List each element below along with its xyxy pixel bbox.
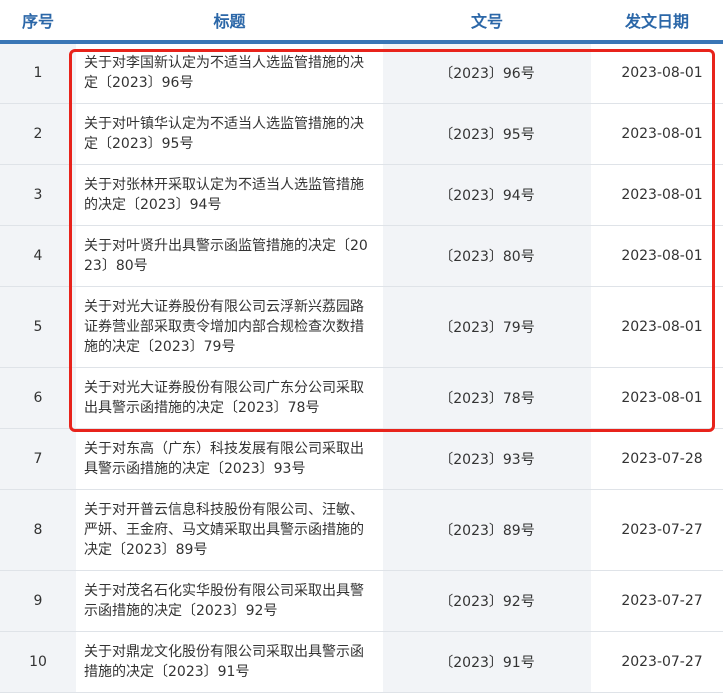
row-title-link[interactable]: 关于对鼎龙文化股份有限公司采取出具警示函措施的决定〔2023〕91号 (84, 642, 369, 682)
row-title-cell[interactable]: 关于对叶贤升出具警示函监管措施的决定〔2023〕80号 (76, 225, 383, 287)
row-date: 2023-08-01 (591, 286, 723, 368)
row-no: 8 (0, 489, 76, 571)
row-doc-no: 〔2023〕80号 (383, 225, 591, 287)
table-row: 6 关于对光大证券股份有限公司广东分公司采取出具警示函措施的决定〔2023〕78… (0, 367, 723, 429)
row-title-link[interactable]: 关于对李国新认定为不适当人选监管措施的决定〔2023〕96号 (84, 53, 369, 93)
row-no: 1 (0, 42, 76, 104)
table-row: 2 关于对叶镇华认定为不适当人选监管措施的决定〔2023〕95号 〔2023〕9… (0, 103, 723, 165)
table-row: 3 关于对张林开采取认定为不适当人选监管措施的决定〔2023〕94号 〔2023… (0, 164, 723, 226)
row-doc-no: 〔2023〕95号 (383, 103, 591, 165)
row-no: 9 (0, 570, 76, 632)
header-no: 序号 (0, 0, 76, 44)
row-title-cell[interactable]: 关于对光大证券股份有限公司云浮新兴荔园路证券营业部采取责令增加内部合规检查次数措… (76, 286, 383, 368)
table-row: 8 关于对开普云信息科技股份有限公司、汪敏、严妍、王金府、马文婧采取出具警示函措… (0, 489, 723, 571)
row-title-cell[interactable]: 关于对叶镇华认定为不适当人选监管措施的决定〔2023〕95号 (76, 103, 383, 165)
table-row: 9 关于对茂名石化实华股份有限公司采取出具警示函措施的决定〔2023〕92号 〔… (0, 570, 723, 632)
row-title-link[interactable]: 关于对光大证券股份有限公司云浮新兴荔园路证券营业部采取责令增加内部合规检查次数措… (84, 297, 369, 357)
row-no: 10 (0, 631, 76, 693)
row-title-link[interactable]: 关于对叶贤升出具警示函监管措施的决定〔2023〕80号 (84, 236, 369, 276)
row-doc-no: 〔2023〕89号 (383, 489, 591, 571)
table-row: 4 关于对叶贤升出具警示函监管措施的决定〔2023〕80号 〔2023〕80号 … (0, 225, 723, 287)
table-header: 序号 标题 文号 发文日期 (0, 0, 723, 44)
row-doc-no: 〔2023〕92号 (383, 570, 591, 632)
table-row: 7 关于对东高（广东）科技发展有限公司采取出具警示函措施的决定〔2023〕93号… (0, 428, 723, 490)
row-title-link[interactable]: 关于对张林开采取认定为不适当人选监管措施的决定〔2023〕94号 (84, 175, 369, 215)
row-doc-no: 〔2023〕79号 (383, 286, 591, 368)
table-body: 1 关于对李国新认定为不适当人选监管措施的决定〔2023〕96号 〔2023〕9… (0, 42, 723, 693)
header-title: 标题 (76, 0, 383, 44)
row-doc-no: 〔2023〕91号 (383, 631, 591, 693)
header-doc-no: 文号 (383, 0, 591, 44)
announcement-table: 序号 标题 文号 发文日期 1 关于对李国新认定为不适当人选监管措施的决定〔20… (0, 0, 723, 693)
row-doc-no: 〔2023〕96号 (383, 42, 591, 104)
row-no: 4 (0, 225, 76, 287)
row-no: 5 (0, 286, 76, 368)
row-doc-no: 〔2023〕94号 (383, 164, 591, 226)
row-title-cell[interactable]: 关于对鼎龙文化股份有限公司采取出具警示函措施的决定〔2023〕91号 (76, 631, 383, 693)
row-title-link[interactable]: 关于对开普云信息科技股份有限公司、汪敏、严妍、王金府、马文婧采取出具警示函措施的… (84, 500, 369, 560)
row-title-cell[interactable]: 关于对李国新认定为不适当人选监管措施的决定〔2023〕96号 (76, 42, 383, 104)
row-title-link[interactable]: 关于对光大证券股份有限公司广东分公司采取出具警示函措施的决定〔2023〕78号 (84, 378, 369, 418)
row-title-link[interactable]: 关于对茂名石化实华股份有限公司采取出具警示函措施的决定〔2023〕92号 (84, 581, 369, 621)
row-date: 2023-07-27 (591, 570, 723, 632)
row-title-link[interactable]: 关于对东高（广东）科技发展有限公司采取出具警示函措施的决定〔2023〕93号 (84, 439, 369, 479)
row-title-cell[interactable]: 关于对东高（广东）科技发展有限公司采取出具警示函措施的决定〔2023〕93号 (76, 428, 383, 490)
row-no: 2 (0, 103, 76, 165)
notice-list: 序号 标题 文号 发文日期 1 关于对李国新认定为不适当人选监管措施的决定〔20… (0, 0, 723, 699)
row-date: 2023-07-27 (591, 631, 723, 693)
row-title-cell[interactable]: 关于对茂名石化实华股份有限公司采取出具警示函措施的决定〔2023〕92号 (76, 570, 383, 632)
row-no: 3 (0, 164, 76, 226)
row-no: 7 (0, 428, 76, 490)
header-date: 发文日期 (591, 0, 723, 44)
row-no: 6 (0, 367, 76, 429)
row-doc-no: 〔2023〕93号 (383, 428, 591, 490)
table-row: 5 关于对光大证券股份有限公司云浮新兴荔园路证券营业部采取责令增加内部合规检查次… (0, 286, 723, 368)
row-title-cell[interactable]: 关于对张林开采取认定为不适当人选监管措施的决定〔2023〕94号 (76, 164, 383, 226)
row-date: 2023-07-27 (591, 489, 723, 571)
row-date: 2023-08-01 (591, 225, 723, 287)
row-title-cell[interactable]: 关于对开普云信息科技股份有限公司、汪敏、严妍、王金府、马文婧采取出具警示函措施的… (76, 489, 383, 571)
row-date: 2023-08-01 (591, 42, 723, 104)
table-row: 10 关于对鼎龙文化股份有限公司采取出具警示函措施的决定〔2023〕91号 〔2… (0, 631, 723, 693)
row-date: 2023-08-01 (591, 103, 723, 165)
row-date: 2023-07-28 (591, 428, 723, 490)
row-doc-no: 〔2023〕78号 (383, 367, 591, 429)
row-date: 2023-08-01 (591, 367, 723, 429)
row-title-cell[interactable]: 关于对光大证券股份有限公司广东分公司采取出具警示函措施的决定〔2023〕78号 (76, 367, 383, 429)
row-title-link[interactable]: 关于对叶镇华认定为不适当人选监管措施的决定〔2023〕95号 (84, 114, 369, 154)
table-row: 1 关于对李国新认定为不适当人选监管措施的决定〔2023〕96号 〔2023〕9… (0, 42, 723, 104)
row-date: 2023-08-01 (591, 164, 723, 226)
